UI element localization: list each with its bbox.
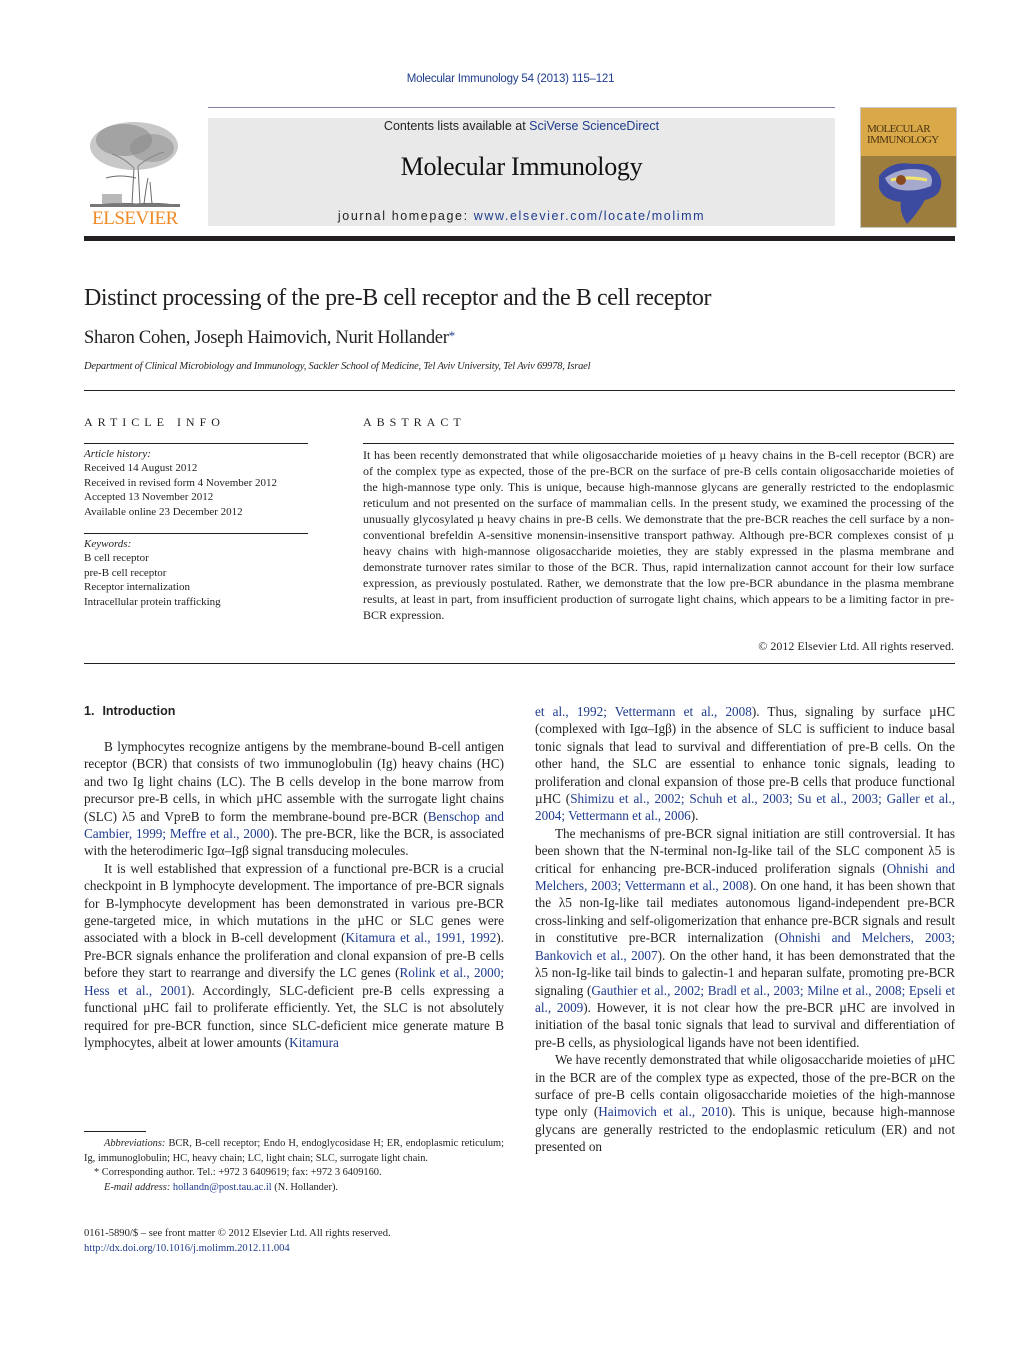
affiliation: Department of Clinical Microbiology and … — [84, 361, 591, 372]
footnote-rule — [84, 1131, 146, 1132]
running-head[interactable]: Molecular Immunology 54 (2013) 115–121 — [0, 73, 1021, 85]
abstract-divider — [84, 663, 955, 664]
journal-name: Molecular Immunology — [400, 152, 643, 181]
elsevier-wordmark: ELSEVIER — [92, 208, 178, 229]
article-info-heading: ARTICLE INFO — [84, 415, 225, 429]
cover-artwork — [861, 156, 956, 227]
corresponding-author-footnote: * Corresponding author. Tel.: +972 3 640… — [94, 1167, 382, 1178]
abbreviations-footnote: Abbreviations: BCR, B-cell receptor; End… — [84, 1138, 504, 1164]
citation-link[interactable]: Shimizu et al., 2002; Schuh et al., 2003… — [535, 791, 955, 823]
header-thick-rule — [84, 236, 955, 241]
keyword: Intracellular protein trafficking — [84, 595, 221, 608]
article-info-rule — [84, 443, 308, 444]
cover-title: MOLECULAR IMMUNOLOGY — [867, 123, 939, 146]
history-online: Available online 23 December 2012 — [84, 505, 243, 518]
right-column: et al., 1992; Vettermann et al., 2008 ). … — [535, 703, 955, 1156]
homepage-line: journal homepage: www.elsevier.com/locat… — [337, 209, 706, 223]
keyword: pre-B cell receptor — [84, 566, 167, 579]
body-text: ). However, it is not clear how the pre-… — [535, 999, 955, 1050]
abstract-copyright: © 2012 Elsevier Ltd. All rights reserved… — [758, 639, 954, 653]
abstract-heading: ABSTRACT — [363, 415, 466, 429]
journal-homepage-link[interactable]: www.elsevier.com/locate/molimm — [474, 209, 705, 223]
section-heading-introduction: 1. Introduction — [84, 704, 176, 718]
journal-cover-image[interactable]: MOLECULAR IMMUNOLOGY — [860, 107, 957, 228]
citation-link[interactable]: Kitamura — [289, 1035, 339, 1050]
email-footnote: E-mail address: hollandn@post.tau.ac.il … — [104, 1181, 339, 1193]
history-accepted: Accepted 13 November 2012 — [84, 491, 214, 504]
imprint: 0161-5890/$ – see front matter © 2012 El… — [84, 1226, 391, 1256]
body-paragraph: The mechanisms of pre-BCR signal initiat… — [535, 825, 955, 1051]
keywords: Keywords: B cell receptor pre-B cell rec… — [84, 537, 308, 609]
left-column: B lymphocytes recognize antigens by the … — [84, 738, 504, 1051]
citation-link[interactable]: et al., 1992; Vettermann et al., 2008 — [535, 704, 752, 719]
abstract-text: It has been recently demonstrated that w… — [363, 448, 954, 622]
body-text: ). — [690, 808, 699, 824]
header-rule — [208, 107, 835, 108]
article-title: Distinct processing of the pre-B cell re… — [84, 285, 712, 311]
keyword: Receptor internalization — [84, 581, 190, 594]
issn-line: 0161-5890/$ – see front matter © 2012 El… — [84, 1228, 391, 1239]
body-paragraph: B lymphocytes recognize antigens by the … — [84, 738, 504, 860]
citation-link[interactable]: Kitamura et al., 1991, 1992 — [346, 930, 497, 945]
abstract-rule — [363, 443, 954, 444]
body-paragraph: et al., 1992; Vettermann et al., 2008). … — [535, 703, 955, 825]
email-link[interactable]: hollandn@post.tau.ac.il — [173, 1182, 272, 1193]
title-divider — [84, 390, 955, 391]
body-paragraph: It is well established that expression o… — [84, 860, 504, 1051]
author-list: Sharon Cohen, Joseph Haimovich, Nurit Ho… — [84, 328, 456, 348]
sciencedirect-link[interactable]: SciVerse ScienceDirect — [529, 119, 659, 133]
citation-link[interactable]: Haimovich et al., 2010 — [598, 1104, 728, 1119]
protein-structure-icon — [879, 163, 942, 224]
journal-masthead: Contents lists available at SciVerse Sci… — [208, 118, 835, 226]
body-paragraph: We have recently demonstrated that while… — [535, 1051, 955, 1155]
article-history: Article history: Received 14 August 2012… — [84, 447, 308, 519]
history-revised: Received in revised form 4 November 2012 — [84, 476, 278, 489]
corresponding-author-mark[interactable]: * — [449, 328, 456, 343]
keyword: B cell receptor — [84, 552, 149, 565]
footnotes: Abbreviations: BCR, B-cell receptor; End… — [84, 1137, 504, 1195]
doi-link[interactable]: http://dx.doi.org/10.1016/j.molimm.2012.… — [84, 1243, 290, 1254]
history-received: Received 14 August 2012 — [84, 462, 198, 475]
keywords-rule — [84, 533, 308, 534]
contents-line: Contents lists available at SciVerse Sci… — [383, 119, 660, 133]
